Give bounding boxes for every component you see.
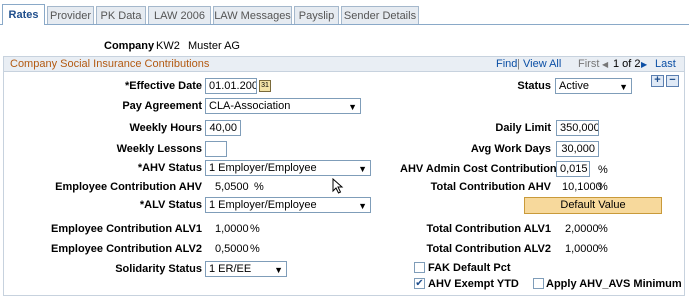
total-contrib-alv1-label: Total Contribution ALV1 — [426, 223, 551, 235]
alv-status-value: 1 Employer/Employee — [209, 199, 317, 211]
emp-contrib-alv2-label: Employee Contribution ALV2 — [51, 243, 202, 255]
pay-agreement-value: CLA-Association — [209, 100, 291, 112]
next-icon[interactable]: ▶ — [641, 60, 647, 69]
ahv-status-label: *AHV Status — [137, 162, 202, 174]
status-select[interactable]: Active ▼ — [555, 78, 632, 94]
alv-status-label: *ALV Status — [139, 199, 202, 211]
group-title: Company Social Insurance Contributions — [10, 58, 210, 70]
effective-date-label: *Effective Date — [124, 80, 202, 92]
view-all-link[interactable]: View All — [523, 58, 561, 70]
tab-sender-details[interactable]: Sender Details — [341, 6, 419, 24]
chevron-down-icon: ▼ — [274, 265, 283, 275]
nav-separator: | — [517, 58, 520, 70]
find-link[interactable]: Find — [496, 58, 517, 70]
chevron-down-icon: ▼ — [358, 201, 367, 211]
last-link[interactable]: Last — [655, 58, 676, 70]
emp-contrib-alv2-value: 0,5000 — [215, 243, 249, 255]
total-contrib-ahv-label: Total Contribution AHV — [430, 181, 551, 193]
total-contrib-ahv-unit: % — [598, 181, 608, 193]
emp-contrib-alv1-value: 1,0000 — [215, 223, 249, 235]
ahv-status-value: 1 Employer/Employee — [209, 162, 317, 174]
previous-icon[interactable]: ◀ — [602, 60, 608, 69]
total-contrib-alv2-unit: % — [598, 243, 608, 255]
total-contrib-alv1-unit: % — [598, 223, 608, 235]
status-label: Status — [517, 80, 551, 92]
solidarity-status-value: 1 ER/EE — [209, 263, 252, 275]
tab-law-2006[interactable]: LAW 2006 — [148, 6, 211, 24]
ahv-exempt-ytd-checkbox[interactable]: ✔ — [414, 278, 425, 289]
chevron-down-icon: ▼ — [348, 102, 357, 112]
emp-contrib-alv1-unit: % — [250, 223, 260, 235]
company-name: Muster AG — [188, 40, 240, 52]
tab-pk-data[interactable]: PK Data — [96, 6, 146, 24]
calendar-icon[interactable]: 31 — [259, 80, 271, 92]
company-label: Company — [104, 40, 155, 52]
delete-row-button[interactable]: − — [666, 75, 679, 87]
weekly-lessons-label: Weekly Lessons — [116, 143, 202, 155]
status-value: Active — [559, 80, 589, 92]
page-indicator: 1 of 2 — [613, 58, 641, 70]
weekly-lessons-field[interactable] — [205, 141, 227, 157]
chevron-down-icon: ▼ — [619, 82, 628, 92]
alv-status-select[interactable]: 1 Employer/Employee ▼ — [205, 197, 371, 213]
emp-contrib-ahv-unit: % — [254, 181, 264, 193]
pay-agreement-label: Pay Agreement — [122, 100, 202, 112]
ahv-admin-cost-unit: % — [598, 164, 608, 176]
ahv-admin-cost-label: AHV Admin Cost Contribution — [400, 163, 557, 175]
ahv-status-select[interactable]: 1 Employer/Employee ▼ — [205, 160, 371, 176]
daily-limit-label: Daily Limit — [495, 122, 551, 134]
emp-contrib-alv2-unit: % — [250, 243, 260, 255]
fak-default-pct-label: FAK Default Pct — [428, 262, 511, 274]
emp-contrib-alv1-label: Employee Contribution ALV1 — [51, 223, 202, 235]
weekly-hours-label: Weekly Hours — [129, 122, 202, 134]
solidarity-status-select[interactable]: 1 ER/EE ▼ — [205, 261, 287, 277]
solidarity-status-label: Solidarity Status — [115, 263, 202, 275]
first-link[interactable]: First — [578, 58, 599, 70]
tab-payslip[interactable]: Payslip — [294, 6, 339, 24]
emp-contrib-ahv-value: 5,0500 — [215, 181, 249, 193]
total-contrib-ahv-value: 10,1000 — [562, 181, 602, 193]
apply-ahv-avs-minimum-label: Apply AHV_AVS Minimum — [546, 278, 682, 290]
daily-limit-field[interactable]: 350,000 — [556, 120, 599, 136]
avg-work-days-field[interactable]: 30,000 — [556, 141, 599, 157]
total-contrib-alv1-value: 2,0000 — [565, 223, 599, 235]
effective-date-field[interactable]: 01.01.2008 — [205, 78, 257, 94]
total-contrib-alv2-value: 1,0000 — [565, 243, 599, 255]
pay-agreement-select[interactable]: CLA-Association ▼ — [205, 98, 361, 114]
mouse-cursor-icon — [332, 178, 344, 194]
weekly-hours-field[interactable]: 40,00 — [205, 120, 241, 136]
emp-contrib-ahv-label: Employee Contribution AHV — [55, 181, 202, 193]
chevron-down-icon: ▼ — [358, 164, 367, 174]
tab-provider[interactable]: Provider — [47, 6, 94, 24]
fak-default-pct-checkbox[interactable] — [414, 262, 425, 273]
tab-bar: Rates Provider PK Data LAW 2006 LAW Mess… — [0, 0, 689, 26]
tab-law-messages[interactable]: LAW Messages — [213, 6, 292, 24]
checkmark-icon: ✔ — [415, 278, 424, 289]
apply-ahv-avs-minimum-checkbox[interactable] — [533, 278, 544, 289]
tab-rates[interactable]: Rates — [2, 4, 45, 25]
add-row-button[interactable]: + — [651, 75, 664, 87]
ahv-exempt-ytd-label: AHV Exempt YTD — [428, 278, 519, 290]
default-value-button[interactable]: Default Value — [524, 197, 662, 214]
avg-work-days-label: Avg Work Days — [470, 143, 551, 155]
company-code: KW2 — [156, 40, 180, 52]
total-contrib-alv2-label: Total Contribution ALV2 — [426, 243, 551, 255]
ahv-admin-cost-field[interactable]: 0,015 — [556, 161, 590, 177]
